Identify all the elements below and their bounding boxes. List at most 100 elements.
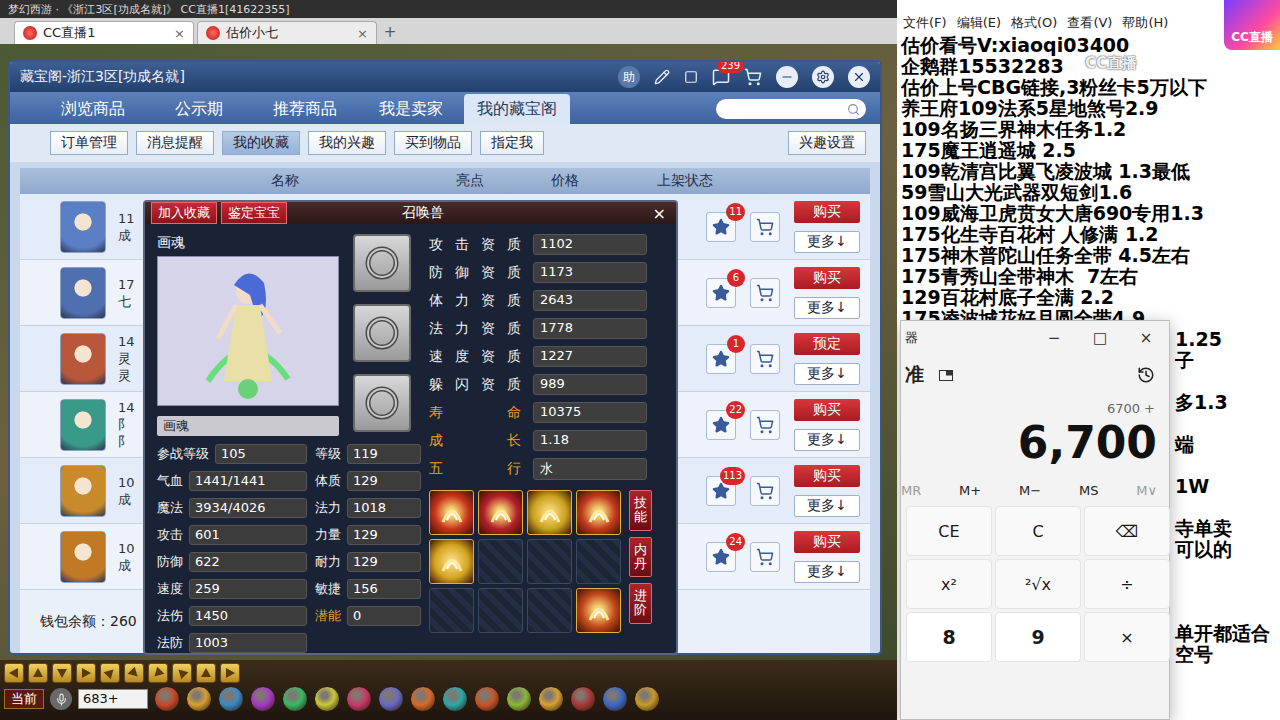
- buy-button[interactable]: 购买: [794, 531, 860, 553]
- calculator-key[interactable]: C: [995, 506, 1081, 556]
- favorite-button[interactable]: 6: [706, 278, 736, 308]
- calculator-key[interactable]: 8: [906, 612, 992, 662]
- skill-slot[interactable]: [478, 539, 523, 584]
- calculator-key[interactable]: x²: [906, 559, 992, 609]
- game-menu-icon[interactable]: [570, 686, 596, 712]
- game-menu-icon[interactable]: [154, 686, 180, 712]
- cart-button[interactable]: [750, 542, 780, 572]
- sub-tab[interactable]: 消息提醒: [136, 131, 214, 155]
- popup-header-button[interactable]: 鉴定宝宝: [221, 202, 287, 224]
- chat-channel[interactable]: 当前: [4, 689, 44, 709]
- more-button[interactable]: 更多↓: [794, 297, 860, 319]
- sub-tab[interactable]: 订单管理: [50, 131, 128, 155]
- side-tab-button[interactable]: 内丹: [629, 537, 652, 578]
- buy-button[interactable]: 购买: [794, 399, 860, 421]
- tab-close-button[interactable]: ×: [174, 26, 185, 41]
- toolbar-button[interactable]: [52, 663, 72, 683]
- skill-slot[interactable]: [478, 588, 523, 633]
- interest-settings-button[interactable]: 兴趣设置: [788, 131, 866, 155]
- game-menu-icon[interactable]: [282, 686, 308, 712]
- more-button[interactable]: 更多↓: [794, 363, 860, 385]
- game-menu-icon[interactable]: [314, 686, 340, 712]
- toolbar-button[interactable]: [100, 663, 120, 683]
- menu-item[interactable]: 查看(V): [1067, 14, 1112, 33]
- more-button[interactable]: 更多↓: [794, 231, 860, 253]
- game-menu-icon[interactable]: [250, 686, 276, 712]
- favorite-button[interactable]: 113: [706, 476, 736, 506]
- game-menu-icon[interactable]: [506, 686, 532, 712]
- messages-button[interactable]: 239: [712, 68, 730, 86]
- search-box[interactable]: [716, 99, 866, 119]
- calculator-key[interactable]: ²√x: [995, 559, 1081, 609]
- more-button[interactable]: 更多↓: [794, 561, 860, 583]
- memory-button[interactable]: MS: [1079, 483, 1098, 498]
- skill-slot[interactable]: [576, 490, 621, 535]
- game-menu-icon[interactable]: [218, 686, 244, 712]
- game-menu-icon[interactable]: [442, 686, 468, 712]
- cart-button[interactable]: [750, 410, 780, 440]
- equipment-slot[interactable]: [353, 374, 411, 432]
- skill-slot[interactable]: [429, 539, 474, 584]
- nav-tab[interactable]: 公示期: [146, 94, 252, 124]
- toolbar-button[interactable]: [172, 663, 192, 683]
- game-menu-icon[interactable]: [378, 686, 404, 712]
- minimize-button[interactable]: [776, 66, 798, 88]
- cart-button[interactable]: [750, 278, 780, 308]
- skill-slot[interactable]: [527, 588, 572, 633]
- game-menu-icon[interactable]: [634, 686, 660, 712]
- popup-close-button[interactable]: ×: [649, 204, 670, 223]
- nav-tab[interactable]: 我是卖家: [358, 94, 464, 124]
- toolbar-button[interactable]: [220, 663, 240, 683]
- buy-button[interactable]: 购买: [794, 201, 860, 223]
- voice-button[interactable]: [50, 688, 72, 710]
- memory-button[interactable]: M−: [1019, 483, 1041, 498]
- game-menu-icon[interactable]: [474, 686, 500, 712]
- equipment-slot[interactable]: [353, 234, 411, 292]
- memory-button[interactable]: M+: [959, 483, 981, 498]
- buy-button[interactable]: 购买: [794, 465, 860, 487]
- cart-icon[interactable]: [744, 68, 762, 86]
- skill-slot[interactable]: [527, 490, 572, 535]
- sub-tab[interactable]: 我的兴趣: [308, 131, 386, 155]
- toolbar-button[interactable]: [76, 663, 96, 683]
- browser-tab[interactable]: CC直播1×: [14, 21, 194, 44]
- more-button[interactable]: 更多↓: [794, 429, 860, 451]
- menu-item[interactable]: 帮助(H): [1122, 14, 1168, 33]
- nav-tab[interactable]: 我的藏宝阁: [464, 94, 570, 124]
- toolbar-button[interactable]: [124, 663, 144, 683]
- stop-icon[interactable]: [684, 70, 698, 84]
- tab-close-button[interactable]: ×: [357, 26, 368, 41]
- skill-slot[interactable]: [429, 490, 474, 535]
- calculator-mode[interactable]: 准: [905, 362, 924, 388]
- window-control-button[interactable]: ×: [1123, 329, 1169, 347]
- calculator-key[interactable]: CE: [906, 506, 992, 556]
- chat-input[interactable]: 683+: [78, 689, 148, 709]
- skill-slot[interactable]: [576, 539, 621, 584]
- popup-header-button[interactable]: 加入收藏: [151, 202, 217, 224]
- toolbar-button[interactable]: [28, 663, 48, 683]
- calculator-key[interactable]: 9: [995, 612, 1081, 662]
- sub-tab[interactable]: 买到物品: [394, 131, 472, 155]
- menu-item[interactable]: 格式(O): [1011, 14, 1057, 33]
- menu-item[interactable]: 文件(F): [903, 14, 947, 33]
- browser-tab[interactable]: 估价小七×: [197, 21, 377, 44]
- skill-slot[interactable]: [478, 490, 523, 535]
- toolbar-button[interactable]: [148, 663, 168, 683]
- settings-button[interactable]: [812, 66, 834, 88]
- calculator-key[interactable]: ×: [1084, 612, 1170, 662]
- window-control-button[interactable]: □: [1077, 329, 1123, 347]
- equipment-slot[interactable]: [353, 304, 411, 362]
- game-menu-icon[interactable]: [186, 686, 212, 712]
- cart-button[interactable]: [750, 212, 780, 242]
- favorite-button[interactable]: 1: [706, 344, 736, 374]
- game-menu-icon[interactable]: [602, 686, 628, 712]
- game-menu-icon[interactable]: [346, 686, 372, 712]
- buy-button[interactable]: 预定: [794, 333, 860, 355]
- favorite-button[interactable]: 24: [706, 542, 736, 572]
- nav-tab[interactable]: 推荐商品: [252, 94, 358, 124]
- menu-item[interactable]: 编辑(E): [957, 14, 1001, 33]
- edit-icon[interactable]: [654, 69, 670, 85]
- skill-slot[interactable]: [527, 539, 572, 584]
- skill-slot[interactable]: [429, 588, 474, 633]
- close-button[interactable]: [848, 66, 870, 88]
